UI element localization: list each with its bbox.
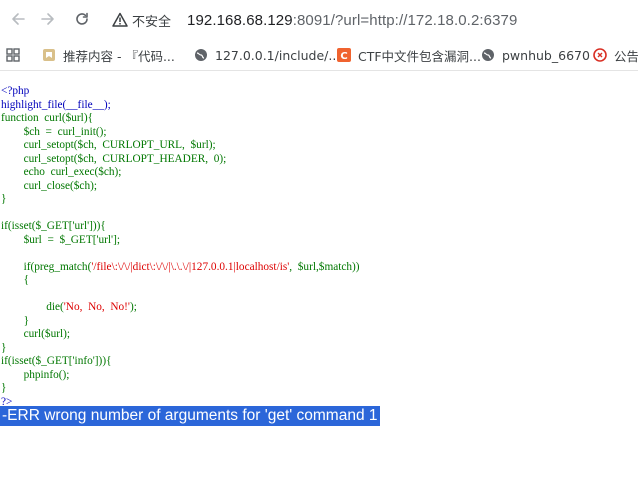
reload-icon xyxy=(76,12,88,25)
csdn-icon: C xyxy=(337,48,351,62)
bookmarks-bar: 推荐内容 - 『代码... 127.0.0.1/include/... C CT… xyxy=(0,40,638,71)
redis-error-output: -ERR wrong number of arguments for 'get'… xyxy=(0,406,380,426)
code-line: $ch = curl_init(); xyxy=(1,125,107,138)
bookmark-item[interactable]: 推荐内容 - 『代码... xyxy=(42,46,175,64)
code-line: phpinfo(); xyxy=(1,368,70,381)
globe-icon xyxy=(482,49,494,61)
url-host: 192.168.68.129 xyxy=(187,11,293,29)
globe-icon xyxy=(195,49,207,61)
site-icon xyxy=(593,48,607,62)
bookmark-label: pwnhub_6670 xyxy=(502,47,590,63)
browser-toolbar: 不安全 192.168.68.129:8091/?url=http://172.… xyxy=(0,0,638,38)
bookmark-label: 127.0.0.1/include/... xyxy=(215,47,341,63)
code-line: if(isset($_GET['info'])){ xyxy=(1,355,112,367)
page-content: <?php highlight_file(__file__); function c… xyxy=(0,80,638,484)
address-bar[interactable]: 不安全 192.168.68.129:8091/?url=http://172.… xyxy=(112,9,517,31)
bookmark-label: CTF中文件包含漏洞... xyxy=(358,48,481,64)
bookmark-item[interactable]: C CTF中文件包含漏洞... xyxy=(337,46,481,64)
code-line: function curl($url){ xyxy=(1,112,94,124)
reload-button[interactable] xyxy=(72,9,92,29)
arrow-left-icon xyxy=(12,13,25,25)
php-source-code: <?php highlight_file(__file__); function c… xyxy=(1,85,360,409)
code-line: echo curl_exec($ch); xyxy=(1,166,122,178)
back-button[interactable] xyxy=(8,9,28,29)
bookmark-label: 公告( xyxy=(614,48,638,64)
warning-icon[interactable] xyxy=(112,12,128,28)
url-path: :8091/?url=http://172.18.0.2:6379 xyxy=(292,11,518,29)
arrow-right-icon xyxy=(41,13,54,25)
bookmark-item[interactable]: 127.0.0.1/include/... xyxy=(194,46,340,64)
code-line: { xyxy=(1,274,30,286)
code-line: curl_setopt($ch, CURLOPT_URL, $url); xyxy=(1,139,216,151)
code-line: } xyxy=(1,193,7,205)
code-line: curl_close($ch); xyxy=(1,179,97,192)
code-line: highlight_file(__file__); xyxy=(1,98,111,111)
apps-button[interactable] xyxy=(6,46,20,64)
code-line: $url = $_GET['url']; xyxy=(1,233,120,246)
bookmark-item[interactable]: 公告( xyxy=(593,46,638,64)
code-line: } xyxy=(1,382,7,394)
code-line: } xyxy=(1,341,7,354)
bookmark-label: 推荐内容 - 『代码... xyxy=(63,48,175,64)
code-line: die('No, No, No!'); xyxy=(1,301,137,313)
svg-text:C: C xyxy=(340,51,347,62)
apps-grid-icon xyxy=(6,48,20,62)
bookmark-folder-icon xyxy=(43,49,55,61)
code-line: <?php xyxy=(1,85,30,97)
code-line: curl($url); xyxy=(1,328,71,340)
bookmark-item[interactable]: pwnhub_6670 xyxy=(481,46,590,64)
insecure-label[interactable]: 不安全 xyxy=(132,11,171,30)
forward-button[interactable] xyxy=(38,9,58,29)
code-line: if(isset($_GET['url'])){ xyxy=(1,220,106,232)
code-line: if(preg_match('/file\:\/\/|dict\:\/\/|\.… xyxy=(1,260,360,273)
url-text[interactable]: 192.168.68.129:8091/?url=http://172.18.0… xyxy=(187,12,517,29)
code-line: curl_setopt($ch, CURLOPT_HEADER, 0); xyxy=(1,152,227,165)
code-line: } xyxy=(1,314,30,327)
